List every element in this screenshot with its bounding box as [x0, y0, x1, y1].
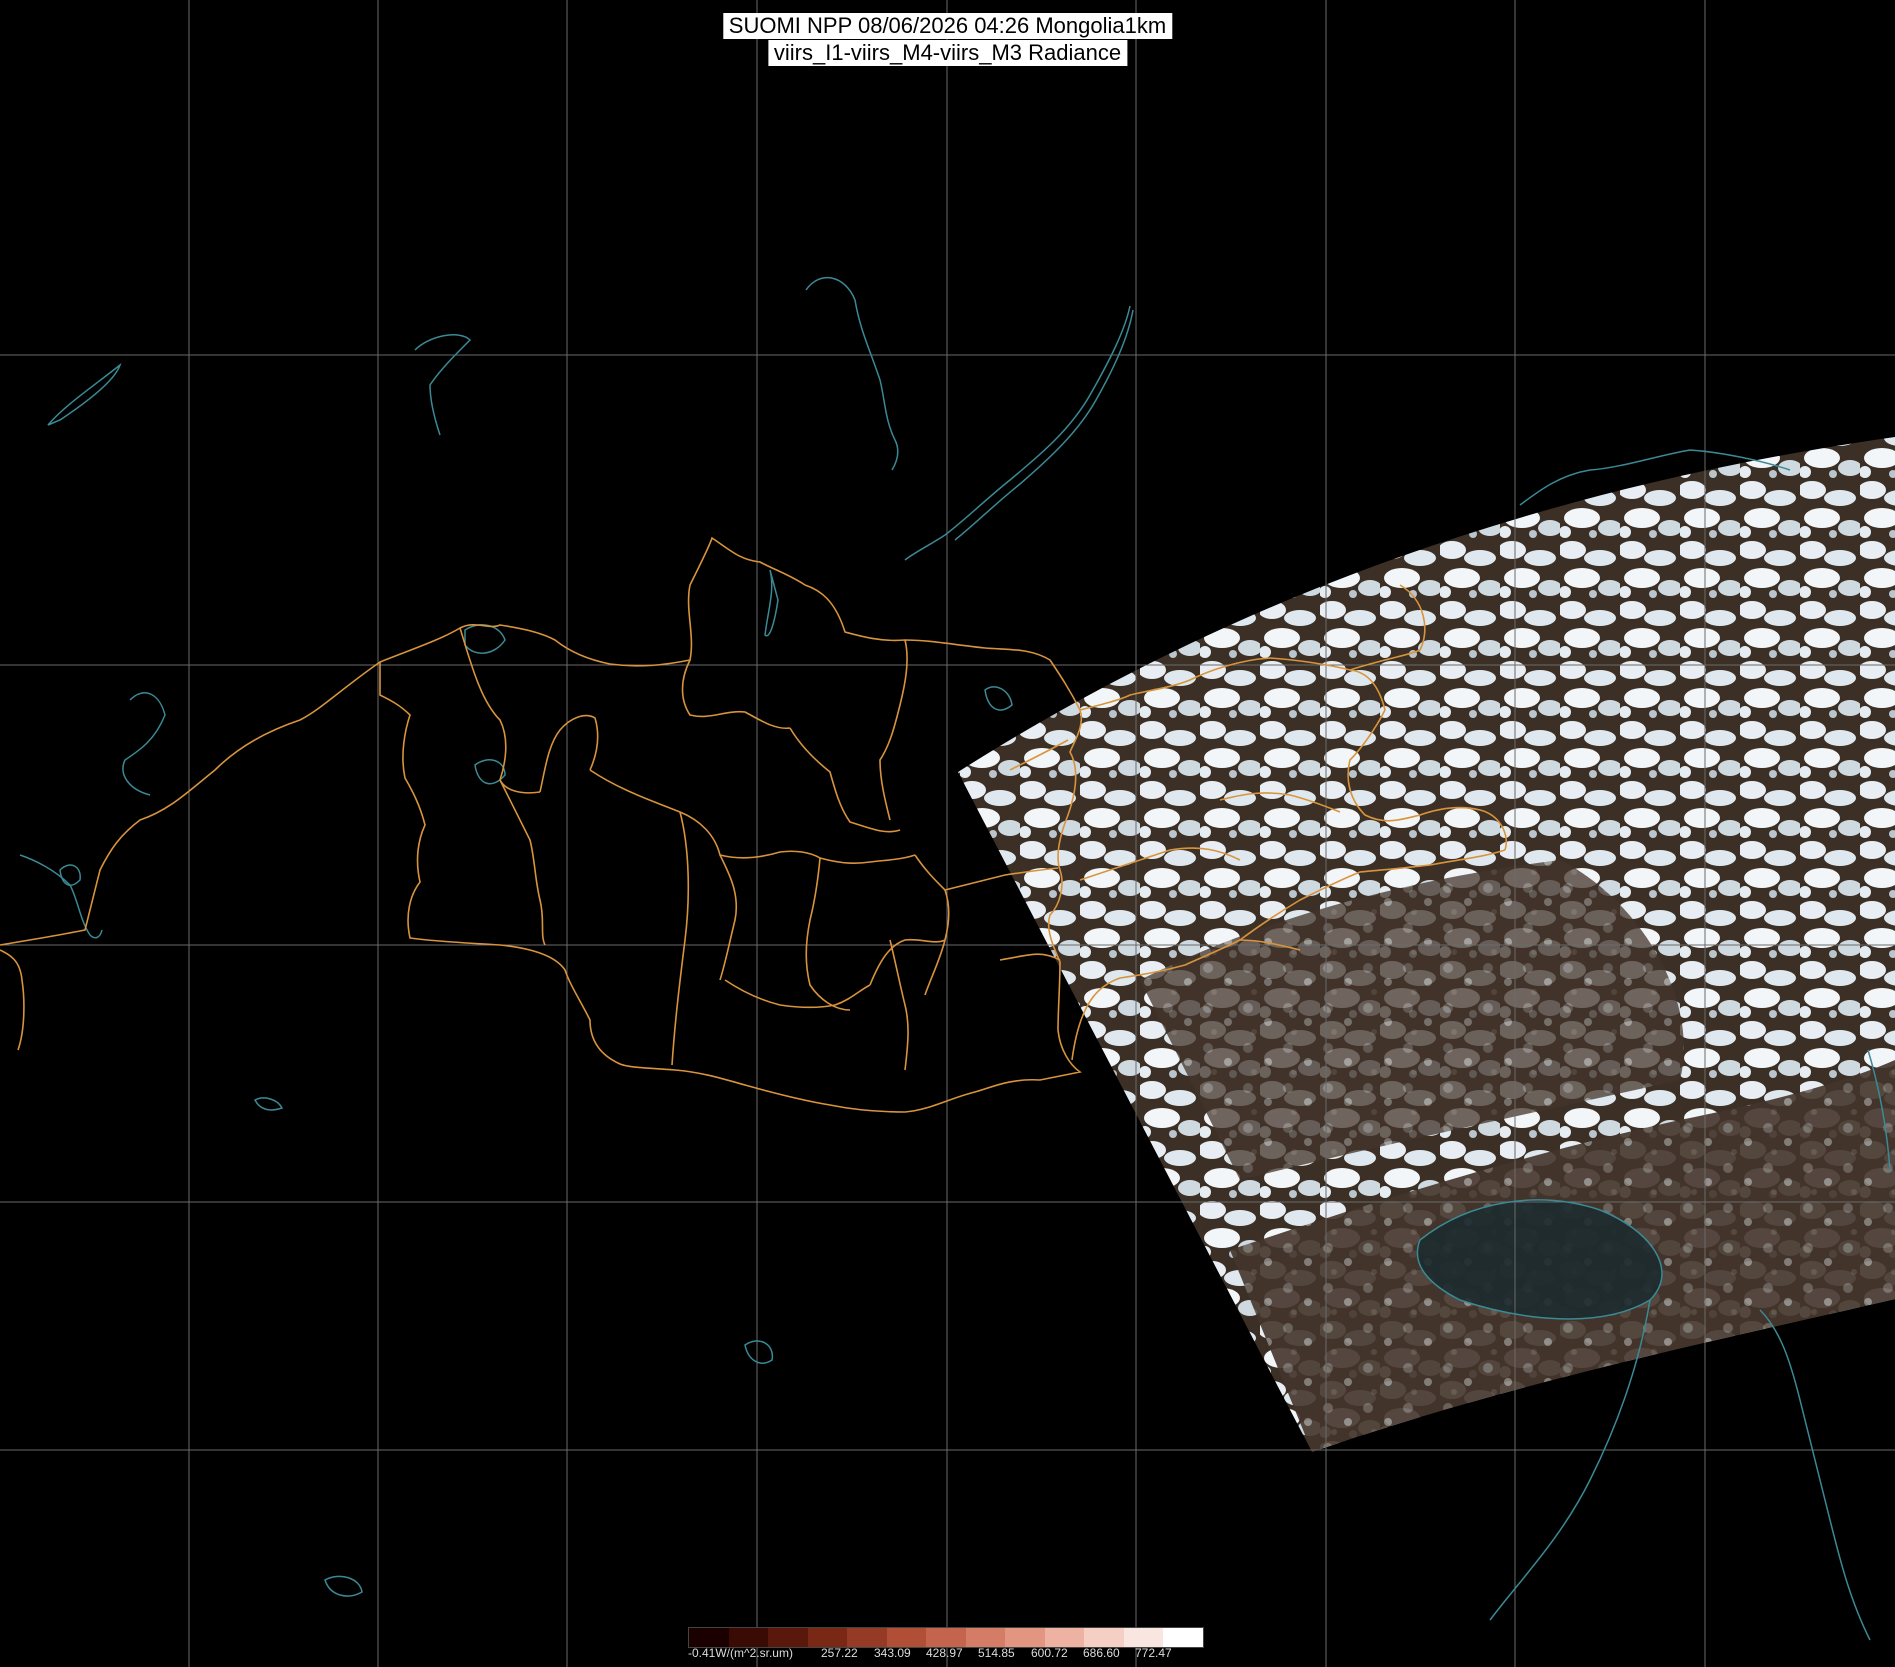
river-yenisei [805, 276, 899, 471]
colorbar-tick-label: 600.72 [1031, 1646, 1068, 1660]
lake-small-2 [253, 1097, 284, 1111]
province-border-12 [671, 811, 690, 1066]
colorbar-swatch [768, 1628, 808, 1647]
russia-kazakh-border [0, 661, 381, 946]
map-viewer: SUOMI NPP 08/06/2026 04:26 Mongolia1km v… [0, 0, 1895, 1667]
lake-west-2 [414, 334, 472, 436]
province-border-13 [724, 979, 871, 1009]
colorbar-swatch [728, 1628, 769, 1647]
lake-uvs [464, 624, 506, 654]
province-border-4 [589, 769, 738, 981]
mongolia-outer-border [379, 536, 1083, 1113]
colorbar-swatch [689, 1628, 729, 1647]
lake-small-1 [59, 864, 81, 886]
lake-balkhash [19, 854, 103, 939]
map-title-line-2: viirs_I1-viirs_M4-viirs_M3 Radiance [767, 40, 1128, 66]
colorbar-swatch [847, 1628, 887, 1647]
province-border-3 [499, 779, 546, 946]
colorbar-unit-label: -0.41W/(m^2.sr.um) [688, 1646, 793, 1660]
colorbar [688, 1627, 1204, 1648]
colorbar-swatch [1005, 1628, 1045, 1647]
province-border-14 [869, 938, 946, 986]
china-kazakh-border [0, 949, 25, 1051]
korea-coast [1759, 1309, 1871, 1641]
map-canvas [0, 0, 1895, 1667]
province-border-8 [719, 850, 916, 865]
colorbar-tick-label: 343.09 [874, 1646, 911, 1660]
colorbar-tick-label: 257.22 [821, 1646, 858, 1660]
lake-small-3 [744, 1340, 774, 1364]
lake-buir [984, 686, 1013, 711]
colorbar-swatch [965, 1628, 1006, 1647]
colorbar-tick-label: 772.47 [1135, 1646, 1172, 1660]
colorbar-swatch [1123, 1628, 1164, 1647]
colorbar-swatch [926, 1628, 966, 1647]
colorbar-labels: -0.41W/(m^2.sr.um) 257.22 343.09 428.97 … [688, 1646, 1208, 1662]
lake-west-1 [47, 362, 122, 426]
colorbar-swatch [1163, 1628, 1203, 1647]
province-border-16 [999, 953, 1061, 961]
colorbar-swatch [807, 1628, 848, 1647]
province-border-10 [914, 854, 950, 996]
province-border-1 [459, 627, 541, 794]
province-border-7 [879, 639, 908, 821]
lake-qinghai [324, 1575, 363, 1597]
lake-baikal [904, 305, 1134, 561]
colorbar-swatch [1044, 1628, 1085, 1647]
colorbar-tick-label: 514.85 [978, 1646, 1015, 1660]
colorbar-tick-label: 428.97 [926, 1646, 963, 1660]
lake-khovsgol [764, 569, 779, 637]
map-title-line-1: SUOMI NPP 08/06/2026 04:26 Mongolia1km [722, 13, 1173, 39]
province-border-5 [681, 659, 791, 730]
colorbar-tick-label: 686.60 [1083, 1646, 1120, 1660]
province-border-6 [789, 727, 901, 833]
province-border-2 [539, 714, 599, 793]
province-border-9 [805, 857, 851, 1011]
lake-west-3 [122, 692, 166, 796]
colorbar-swatch [1084, 1628, 1124, 1647]
province-border-15 [889, 939, 909, 1071]
colorbar-swatch [886, 1628, 927, 1647]
